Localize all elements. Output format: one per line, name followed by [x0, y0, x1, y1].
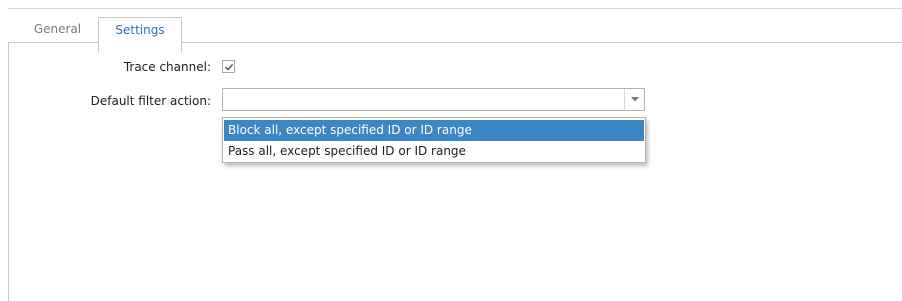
- check-icon: [224, 63, 234, 71]
- filter-action-dropdown-list: Block all, except specified ID or ID ran…: [222, 117, 646, 163]
- default-filter-action-label: Default filter action:: [90, 94, 211, 108]
- tab-general[interactable]: General: [18, 17, 97, 43]
- settings-window: General Settings Trace channel: Default …: [0, 0, 902, 301]
- dropdown-option-block-all[interactable]: Block all, except specified ID or ID ran…: [224, 120, 644, 141]
- tab-settings[interactable]: Settings: [98, 17, 182, 52]
- trace-channel-label: Trace channel:: [123, 60, 211, 74]
- settings-panel: [8, 42, 902, 301]
- dropdown-option-pass-all[interactable]: Pass all, except specified ID or ID rang…: [224, 141, 644, 162]
- combobox-dropdown-button[interactable]: [624, 89, 644, 110]
- trace-channel-checkbox[interactable]: [222, 60, 235, 73]
- default-filter-action-combobox[interactable]: [222, 88, 645, 111]
- tab-strip: General Settings: [8, 8, 902, 52]
- chevron-down-icon: [631, 97, 639, 102]
